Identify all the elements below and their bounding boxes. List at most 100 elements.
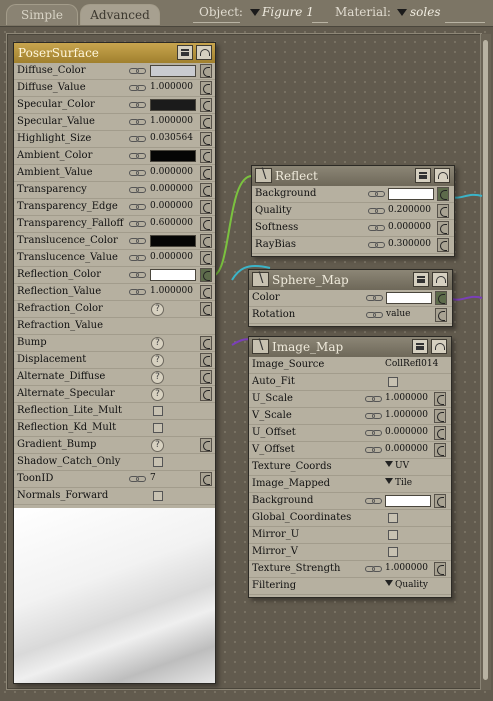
- help-icon[interactable]: ?: [151, 303, 164, 316]
- link-icon[interactable]: [368, 207, 385, 214]
- object-dropdown-icon[interactable]: [250, 9, 260, 16]
- poser-surface-row[interactable]: Alternate_Specular?: [14, 386, 215, 403]
- link-icon[interactable]: [129, 118, 146, 125]
- options-icon[interactable]: [412, 339, 428, 354]
- input-port-icon[interactable]: [200, 472, 212, 486]
- link-icon[interactable]: [368, 190, 385, 197]
- input-port-icon[interactable]: [437, 221, 449, 235]
- input-port-icon[interactable]: [200, 234, 212, 248]
- material-dropdown-icon[interactable]: [397, 9, 407, 16]
- reflect-row[interactable]: RayBias 0.300000: [252, 237, 454, 254]
- poser-surface-row[interactable]: Diffuse_Color: [14, 63, 215, 80]
- poser-surface-row[interactable]: Translucence_Color: [14, 233, 215, 250]
- input-port-icon[interactable]: [200, 353, 212, 367]
- material-preview[interactable]: [14, 508, 215, 683]
- param-value[interactable]: 7: [150, 473, 156, 483]
- input-port-icon[interactable]: [200, 183, 212, 197]
- image-map-title-bar[interactable]: Image_Map: [249, 337, 451, 357]
- poser-surface-row[interactable]: Reflection_Color: [14, 267, 215, 284]
- poser-surface-row[interactable]: Normals_Forward: [14, 488, 215, 505]
- checkbox[interactable]: [388, 377, 398, 387]
- checkbox[interactable]: [153, 423, 163, 433]
- reflect-node[interactable]: Reflect Background Quality 0.200000 Softnes…: [251, 165, 455, 257]
- input-port-icon[interactable]: [200, 370, 212, 384]
- input-port-icon[interactable]: [200, 387, 212, 401]
- poser-surface-row[interactable]: Reflection_Kd_Mult: [14, 420, 215, 437]
- options-icon[interactable]: [413, 272, 429, 287]
- image-map-row[interactable]: Image_Source CollRefl014: [249, 357, 451, 374]
- link-icon[interactable]: [129, 203, 146, 210]
- options-icon[interactable]: [415, 168, 431, 183]
- poser-surface-title-bar[interactable]: PoserSurface: [14, 43, 215, 63]
- image-map-row[interactable]: Filtering Quality: [249, 578, 451, 595]
- poser-surface-row[interactable]: Shadow_Catch_Only: [14, 454, 215, 471]
- poser-surface-row[interactable]: Refraction_Color?: [14, 301, 215, 318]
- color-swatch[interactable]: [150, 65, 196, 77]
- link-icon[interactable]: [365, 429, 382, 436]
- param-value[interactable]: 0.200000: [388, 205, 431, 215]
- image-map-row[interactable]: U_Scale 1.000000: [249, 391, 451, 408]
- object-dropdown[interactable]: Figure 1: [262, 5, 314, 19]
- checkbox[interactable]: [388, 530, 398, 540]
- image-map-row[interactable]: Auto_Fit: [249, 374, 451, 391]
- poser-surface-row[interactable]: Transparency_Edge 0.000000: [14, 199, 215, 216]
- poser-surface-row[interactable]: Transparency_Falloff 0.600000: [14, 216, 215, 233]
- input-port-icon[interactable]: [437, 238, 449, 252]
- poser-surface-row[interactable]: Specular_Color: [14, 97, 215, 114]
- tab-advanced[interactable]: Advanced: [80, 4, 160, 25]
- color-swatch[interactable]: [150, 150, 196, 162]
- checkbox[interactable]: [153, 406, 163, 416]
- link-icon[interactable]: [368, 224, 385, 231]
- input-port-icon[interactable]: [200, 217, 212, 231]
- link-icon[interactable]: [129, 186, 146, 193]
- scroll-thumb[interactable]: [483, 40, 488, 680]
- output-icon[interactable]: [255, 166, 272, 183]
- input-port-icon[interactable]: [200, 115, 212, 129]
- link-icon[interactable]: [365, 565, 382, 572]
- input-port-icon[interactable]: [200, 166, 212, 180]
- input-port-icon[interactable]: [200, 81, 212, 95]
- link-icon[interactable]: [368, 241, 385, 248]
- image-map-row[interactable]: Global_Coordinates: [249, 510, 451, 527]
- link-icon[interactable]: [366, 311, 383, 318]
- param-value[interactable]: 1.000000: [150, 286, 193, 296]
- poser-surface-row[interactable]: Reflection_Value 1.000000: [14, 284, 215, 301]
- reflect-row[interactable]: Quality 0.200000: [252, 203, 454, 220]
- input-port-icon[interactable]: [200, 64, 212, 78]
- poser-surface-row[interactable]: Refraction_Value: [14, 318, 215, 335]
- input-port-icon[interactable]: [434, 562, 446, 576]
- help-icon[interactable]: ?: [151, 439, 164, 452]
- dropdown[interactable]: Tile: [385, 478, 412, 488]
- link-icon[interactable]: [129, 237, 146, 244]
- checkbox[interactable]: [153, 491, 163, 501]
- link-icon[interactable]: [365, 395, 382, 402]
- poser-surface-row[interactable]: Ambient_Value 0.000000: [14, 165, 215, 182]
- input-port-icon[interactable]: [437, 187, 449, 201]
- help-icon[interactable]: ?: [151, 371, 164, 384]
- help-icon[interactable]: ?: [151, 354, 164, 367]
- sphere-map-row[interactable]: Color: [249, 290, 452, 307]
- input-port-icon[interactable]: [434, 443, 446, 457]
- options-icon[interactable]: [177, 45, 193, 60]
- collapse-icon[interactable]: [434, 168, 450, 183]
- link-icon[interactable]: [365, 446, 382, 453]
- poser-surface-row[interactable]: Reflection_Lite_Mult: [14, 403, 215, 420]
- vertical-scrollbar[interactable]: [480, 34, 491, 690]
- output-icon[interactable]: [252, 270, 269, 287]
- param-value[interactable]: 0.000000: [150, 184, 193, 194]
- input-port-icon[interactable]: [200, 268, 212, 282]
- param-value[interactable]: 0.000000: [150, 201, 193, 211]
- input-port-icon[interactable]: [200, 98, 212, 112]
- sphere-map-row[interactable]: Rotation value: [249, 307, 452, 324]
- link-icon[interactable]: [365, 412, 382, 419]
- poser-surface-row[interactable]: Displacement?: [14, 352, 215, 369]
- image-map-row[interactable]: V_Scale 1.000000: [249, 408, 451, 425]
- poser-surface-row[interactable]: Ambient_Color: [14, 148, 215, 165]
- input-port-icon[interactable]: [435, 308, 447, 322]
- image-map-row[interactable]: Texture_Strength 1.000000: [249, 561, 451, 578]
- image-map-row[interactable]: Mirror_U: [249, 527, 451, 544]
- poser-surface-row[interactable]: Transparency 0.000000: [14, 182, 215, 199]
- param-value[interactable]: CollRefl014: [385, 359, 438, 369]
- poser-surface-row[interactable]: Diffuse_Value 1.000000: [14, 80, 215, 97]
- poser-surface-row[interactable]: Bump?: [14, 335, 215, 352]
